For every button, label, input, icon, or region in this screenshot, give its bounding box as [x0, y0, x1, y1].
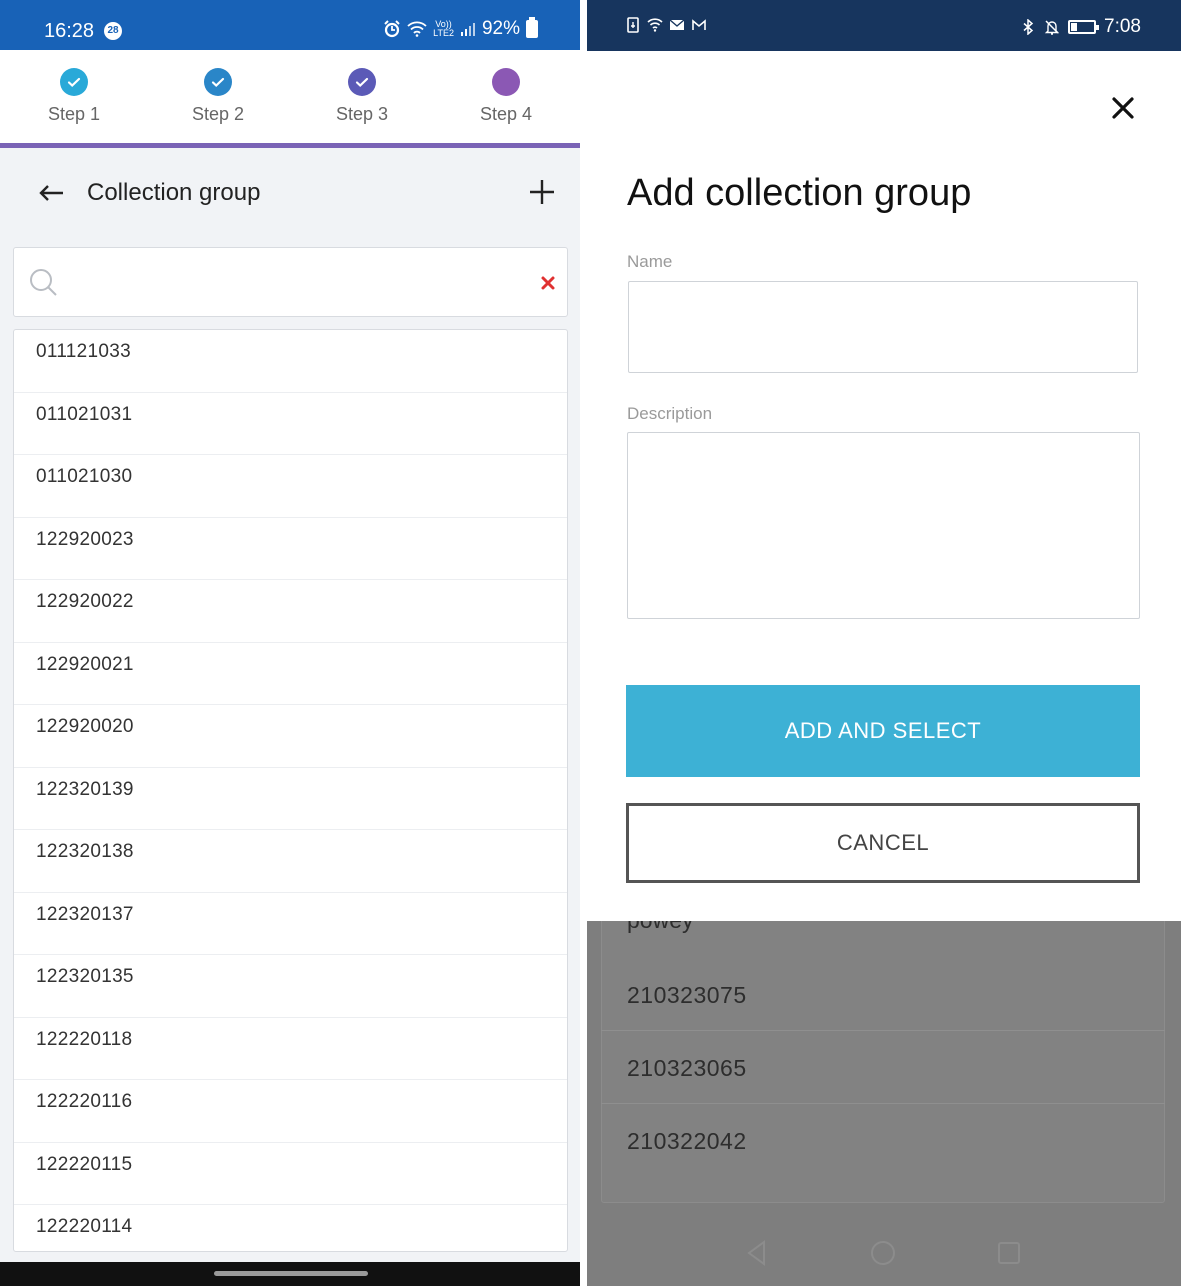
list-item-label: 210323065 — [627, 1055, 747, 1081]
lte-label: LTE2 — [433, 28, 454, 38]
list-item[interactable]: 122920022 — [14, 580, 567, 643]
step-1[interactable]: Step 1 — [19, 68, 129, 125]
wifi-icon — [647, 18, 663, 32]
volte-indicator: Vo)) LTE2 — [433, 20, 454, 38]
list-item[interactable]: 122220114 — [14, 1205, 567, 1251]
left-screen: 16:28 28 Vo)) LTE2 92% Step 1 Step 2 Ste… — [0, 0, 580, 1286]
add-collection-group-dialog: Add collection group Name Description AD… — [587, 51, 1181, 921]
list-item: 210322042 — [601, 1104, 1165, 1177]
step-label: Step 4 — [479, 104, 533, 124]
list-item: 210323065 — [601, 1031, 1165, 1104]
collection-group-list: 011121033 011021031 011021030 122920023 … — [13, 329, 568, 1252]
list-item[interactable]: 011121033 — [14, 330, 567, 393]
search-box — [13, 247, 568, 317]
back-triangle-icon[interactable] — [742, 1238, 772, 1268]
stepper: Step 1 Step 2 Step 3 Step 4 — [0, 50, 580, 144]
step-label: Step 3 — [335, 104, 389, 124]
step-label: Step 2 — [191, 104, 245, 124]
page-header: Collection group — [0, 148, 580, 240]
battery-icon — [526, 17, 538, 38]
list-item[interactable]: 122320135 — [14, 955, 567, 1018]
document-icon — [627, 17, 639, 33]
notification-count-badge: 28 — [104, 22, 122, 40]
list-item[interactable]: 122220116 — [14, 1080, 567, 1143]
home-circle-icon[interactable] — [868, 1238, 898, 1268]
status-icons: Vo)) LTE2 92% — [383, 17, 538, 40]
right-screen: 7:08 Add collection group Name Descripti… — [587, 0, 1181, 1286]
signal-icon — [460, 23, 475, 36]
status-time: 7:08 — [1104, 16, 1141, 37]
cancel-button[interactable]: CANCEL — [626, 803, 1140, 883]
name-field[interactable] — [628, 281, 1138, 373]
check-icon — [348, 68, 376, 96]
check-icon — [60, 68, 88, 96]
list-item[interactable]: 122220115 — [14, 1143, 567, 1205]
list-item[interactable]: 122320137 — [14, 893, 567, 955]
status-time: 16:28 — [44, 20, 95, 42]
battery-percent: 92% — [481, 18, 520, 39]
search-icon — [30, 269, 57, 296]
step-label: Step 1 — [47, 104, 101, 124]
plus-icon[interactable] — [527, 177, 557, 207]
system-nav-bar — [587, 1222, 1181, 1286]
list-item: powey — [627, 921, 693, 934]
wifi-icon — [407, 21, 427, 37]
close-icon[interactable] — [538, 273, 558, 293]
gesture-nav-bar — [0, 1262, 580, 1286]
description-label: Description — [627, 404, 713, 423]
list-item[interactable]: 122920020 — [14, 705, 567, 768]
alarm-icon — [384, 20, 400, 38]
list-item[interactable]: 122920023 — [14, 518, 567, 580]
bluetooth-icon — [1023, 19, 1034, 35]
close-icon[interactable] — [1110, 95, 1136, 121]
list-item[interactable]: 122920021 — [14, 643, 567, 705]
list-item: 210323075 — [601, 958, 1165, 1031]
search-input[interactable] — [70, 262, 510, 302]
current-step-dot-icon — [492, 68, 520, 96]
list-item[interactable]: 011021031 — [14, 393, 567, 455]
list-item[interactable]: 122320139 — [14, 768, 567, 830]
status-bar: 16:28 28 Vo)) LTE2 92% — [0, 0, 580, 50]
step-2[interactable]: Step 2 — [163, 68, 273, 125]
dialog-title: Add collection group — [627, 172, 972, 214]
step-3[interactable]: Step 3 — [307, 68, 417, 125]
step-4[interactable]: Step 4 — [451, 68, 561, 125]
list-item[interactable]: 122220118 — [14, 1018, 567, 1080]
list-item-label: 210322042 — [627, 1128, 747, 1154]
status-notification-icons — [625, 17, 707, 33]
status-system-icons: 7:08 — [1020, 16, 1141, 38]
status-bar: 7:08 — [587, 0, 1181, 51]
name-label: Name — [627, 252, 673, 271]
check-icon — [204, 68, 232, 96]
list-item[interactable]: 011021030 — [14, 455, 567, 518]
bell-off-icon — [1044, 20, 1060, 35]
list-item[interactable]: 122320138 — [14, 830, 567, 893]
list-item-label: 210323075 — [627, 982, 747, 1008]
add-and-select-button[interactable]: ADD AND SELECT — [626, 685, 1140, 777]
page-title: Collection group — [87, 179, 261, 206]
recents-square-icon[interactable] — [994, 1238, 1024, 1268]
gmail-icon — [692, 19, 706, 30]
home-gesture-handle[interactable] — [214, 1271, 368, 1276]
dimmed-background: powey 210323075 210323065 210322042 — [587, 921, 1181, 1286]
description-field[interactable] — [627, 432, 1140, 619]
battery-icon — [1068, 20, 1100, 34]
mail-icon — [669, 19, 685, 30]
arrow-left-icon[interactable] — [36, 178, 66, 208]
